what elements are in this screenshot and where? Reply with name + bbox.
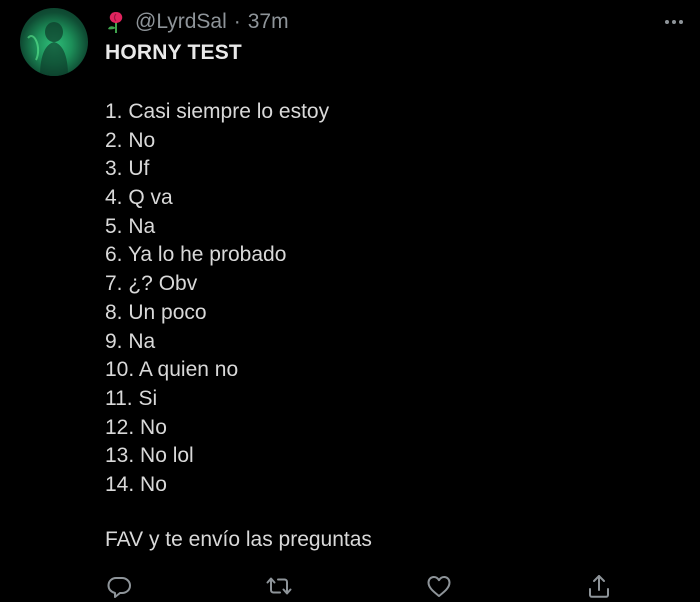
list-item: 10. A quien no [105,358,239,382]
heart-icon[interactable] [425,572,453,600]
list-item: 14. No [105,472,167,496]
list-item: 13. No lol [105,444,194,468]
list-item: 4. Q va [105,186,173,210]
reply-icon[interactable] [105,572,133,600]
timestamp[interactable]: 37m [248,10,289,34]
more-options-icon[interactable] [662,10,686,34]
tweet-title: HORNY TEST [105,41,242,64]
list-item: 6. Ya lo he probado [105,243,287,267]
list-item: 7. ¿? Obv [105,272,198,296]
author-handle[interactable]: @LyrdSal [135,10,227,34]
list-item: 5. Na [105,214,156,238]
tweet-actions [105,572,615,600]
list-item: 8. Un poco [105,300,207,324]
list-item: 11. Si [105,386,158,410]
retweet-icon[interactable] [265,572,293,600]
share-icon[interactable] [585,572,613,600]
tweet-header: @LyrdSal · 37m [105,8,289,36]
answer-list: 1. Casi siempre lo estoy 2. No 3. Uf 4. … [105,98,329,500]
list-item: 3. Uf [105,157,150,181]
list-item: 1. Casi siempre lo estoy [105,100,330,123]
tweet: @LyrdSal · 37m HORNY TEST 1. Casi siempr… [0,0,700,602]
user-avatar[interactable] [20,8,88,76]
tweet-footer-text: FAV y te envío las preguntas [105,528,372,551]
list-item: 2. No [105,128,156,152]
header-separator: · [233,10,241,33]
list-item: 9. Na [105,329,156,353]
list-item: 12. No [105,415,167,439]
rose-icon [105,10,127,34]
